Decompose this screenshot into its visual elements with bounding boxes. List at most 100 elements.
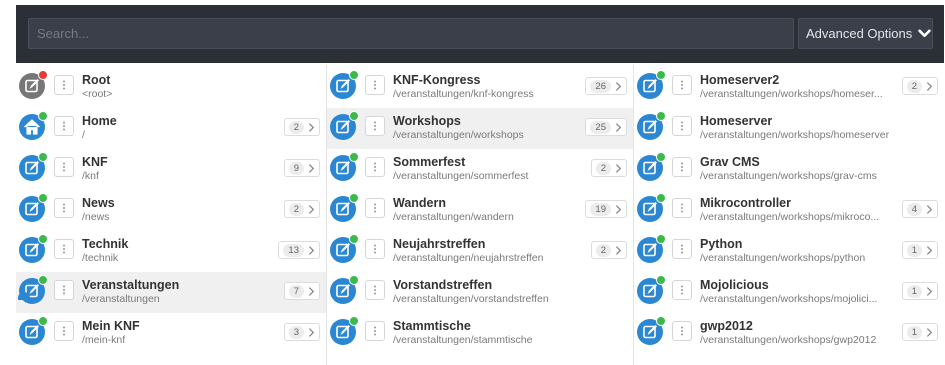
children-count: 3: [288, 325, 304, 339]
children-count-button[interactable]: 3: [283, 323, 320, 341]
drag-handle-icon[interactable]: [54, 321, 74, 341]
children-count-button[interactable]: 2: [283, 200, 320, 218]
drag-handle-icon[interactable]: [365, 75, 385, 95]
page-item[interactable]: Technik/technik 13: [16, 231, 326, 272]
drag-handle-icon[interactable]: [672, 75, 692, 95]
status-published-dot: [656, 70, 666, 80]
page-item[interactable]: Python/veranstaltungen/workshops/python 1: [634, 231, 944, 272]
chevron-right-icon: [308, 122, 315, 132]
page-item[interactable]: Stammtische/veranstaltungen/stammtische: [327, 313, 633, 354]
drag-handle-icon[interactable]: [672, 280, 692, 300]
page-route: /technik: [82, 252, 119, 264]
drag-handle-icon[interactable]: [672, 198, 692, 218]
page-item[interactable]: Mojolicious/veranstaltungen/workshops/mo…: [634, 272, 944, 313]
drag-handle-icon[interactable]: [365, 239, 385, 259]
children-count: 19: [590, 202, 611, 216]
advanced-options-button[interactable]: Advanced Options: [798, 18, 933, 49]
drag-handle-icon[interactable]: [54, 280, 74, 300]
page-title: Technik: [82, 237, 129, 251]
page-item[interactable]: Root <root>: [16, 67, 326, 108]
children-count-button[interactable]: 2: [283, 118, 320, 136]
status-published-dot: [38, 193, 48, 203]
drag-handle-icon[interactable]: [672, 157, 692, 177]
drag-handle-icon[interactable]: [54, 239, 74, 259]
children-count-button[interactable]: 19: [585, 200, 627, 218]
page-route: /veranstaltungen/stammtische: [393, 334, 533, 346]
drag-handle-icon[interactable]: [672, 116, 692, 136]
status-published-dot: [656, 193, 666, 203]
page-item-text: Python/veranstaltungen/workshops/python: [700, 237, 894, 265]
page-item[interactable]: Veranstaltungen/veranstaltungen 7: [16, 272, 326, 313]
page-title: Mojolicious: [700, 278, 769, 292]
page-item[interactable]: Grav CMS/veranstaltungen/workshops/grav-…: [634, 149, 944, 190]
drag-handle-icon[interactable]: [365, 157, 385, 177]
drag-handle-icon[interactable]: [54, 75, 74, 95]
column-3: Homeserver 2/veranstaltungen/workshops/ho…: [633, 65, 944, 365]
children-count-button[interactable]: 1: [901, 282, 938, 300]
page-route: /knf: [82, 170, 99, 182]
children-count-button[interactable]: 2: [590, 241, 627, 259]
page-item[interactable]: Mein KNF/mein-knf 3: [16, 313, 326, 354]
drag-handle-icon[interactable]: [54, 116, 74, 136]
page-item[interactable]: Workshops/veranstaltungen/workshops 25: [327, 108, 633, 149]
chevron-right-icon: [308, 163, 315, 173]
page-title: Homeserver: [700, 114, 773, 128]
page-item[interactable]: Wandern/veranstaltungen/wandern 19: [327, 190, 633, 231]
drag-handle-icon[interactable]: [54, 157, 74, 177]
page-item-text: Neujahrstreffen/veranstaltungen/neujahrs…: [393, 237, 583, 265]
page-route: /veranstaltungen/workshops/grav-cms: [700, 170, 877, 182]
page-item-text: Technik/technik: [82, 237, 276, 265]
chevron-right-icon: [926, 204, 933, 214]
page-item[interactable]: Mikrocontroller/veranstaltungen/workshop…: [634, 190, 944, 231]
page-item[interactable]: Vorstandstreffen/veranstaltungen/vorstan…: [327, 272, 633, 313]
chevron-right-icon: [615, 204, 622, 214]
page-item-text: Mein KNF/mein-knf: [82, 319, 276, 347]
page-item[interactable]: Homeserver/veranstaltungen/workshops/hom…: [634, 108, 944, 149]
children-count-button[interactable]: 2: [590, 159, 627, 177]
children-count: 2: [595, 243, 611, 257]
page-item[interactable]: Home/2: [16, 108, 326, 149]
page-route: /veranstaltungen/workshops/mikroco...: [700, 211, 880, 223]
page-title: Home: [82, 114, 117, 128]
children-count-button[interactable]: 1: [901, 323, 938, 341]
page-title: Sommerfest: [393, 155, 466, 169]
page-item[interactable]: Sommerfest/veranstaltungen/sommerfest 2: [327, 149, 633, 190]
drag-handle-icon[interactable]: [54, 198, 74, 218]
drag-handle-icon[interactable]: [365, 321, 385, 341]
page-route: /veranstaltungen/workshops/homeser...: [700, 88, 883, 100]
children-count-button[interactable]: 7: [283, 282, 320, 300]
chevron-right-icon: [615, 81, 622, 91]
status-published-dot: [349, 111, 359, 121]
children-count: 1: [906, 243, 922, 257]
page-item-text: Homeserver/veranstaltungen/workshops/hom…: [700, 114, 894, 142]
chevron-right-icon: [615, 122, 622, 132]
children-count-button[interactable]: 13: [278, 241, 320, 259]
page-item-text: Home /: [82, 114, 276, 142]
page-route: /news: [82, 211, 110, 223]
page-item[interactable]: KNF-Kongress/veranstaltungen/knf-kongres…: [327, 67, 633, 108]
status-published-dot: [656, 152, 666, 162]
chevron-right-icon: [926, 286, 933, 296]
children-count-button[interactable]: 9: [283, 159, 320, 177]
drag-handle-icon[interactable]: [672, 239, 692, 259]
page-item[interactable]: gwp2012/veranstaltungen/workshops/gwp201…: [634, 313, 944, 354]
drag-handle-icon[interactable]: [365, 198, 385, 218]
children-count: 4: [906, 202, 922, 216]
page-route: /veranstaltungen/wandern: [393, 211, 514, 223]
children-count-button[interactable]: 2: [901, 77, 938, 95]
page-item[interactable]: Neujahrstreffen/veranstaltungen/neujahrs…: [327, 231, 633, 272]
drag-handle-icon[interactable]: [365, 280, 385, 300]
children-count-button[interactable]: 26: [585, 77, 627, 95]
drag-handle-icon[interactable]: [672, 321, 692, 341]
page-title: Grav CMS: [700, 155, 760, 169]
drag-handle-icon[interactable]: [365, 116, 385, 136]
children-count-button[interactable]: 1: [901, 241, 938, 259]
children-count-button[interactable]: 25: [585, 118, 627, 136]
search-input[interactable]: [28, 18, 794, 49]
page-item[interactable]: KNF/knf 9: [16, 149, 326, 190]
page-item[interactable]: News/news 2: [16, 190, 326, 231]
page-route: /veranstaltungen/workshops/mojolici...: [700, 293, 878, 305]
page-item[interactable]: Homeserver2/veranstaltungen/workshops/ho…: [634, 67, 944, 108]
children-count-button[interactable]: 4: [901, 200, 938, 218]
chevron-right-icon: [926, 81, 933, 91]
